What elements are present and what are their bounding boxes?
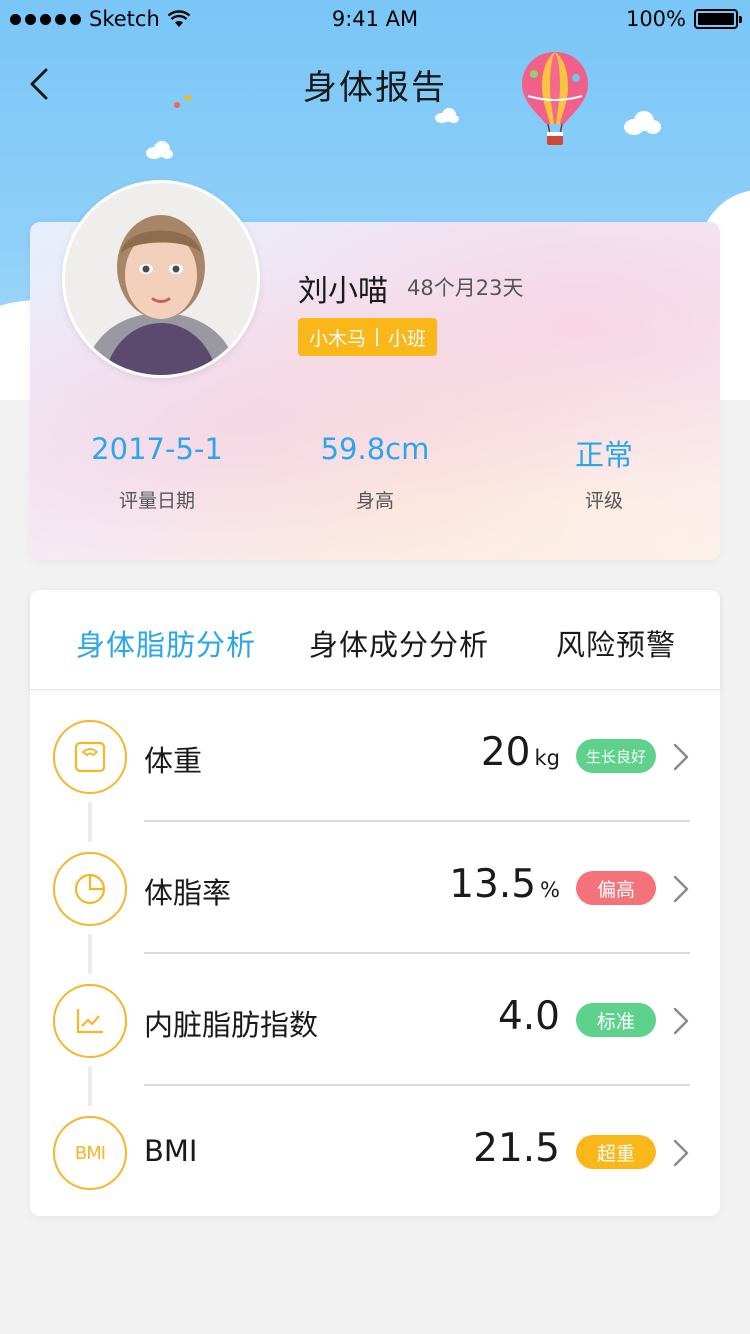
pie-chart-icon xyxy=(53,852,127,926)
metric-row-body-fat[interactable]: 体脂率 13.5% 偏高 xyxy=(30,822,720,932)
status-badge: 超重 xyxy=(576,1135,656,1169)
metric-row-bmi[interactable]: BMI BMI 21.5 超重 xyxy=(30,1086,720,1196)
line-chart-icon xyxy=(53,984,127,1058)
tag-separator xyxy=(376,328,379,346)
stat-height-label: 身高 xyxy=(355,490,394,512)
metric-number: 4.0 xyxy=(497,994,560,1039)
metric-unit: % xyxy=(540,878,560,902)
metric-row-visceral-fat[interactable]: 内脏脂肪指数 4.0 标准 xyxy=(30,954,720,1064)
chevron-right-icon xyxy=(673,875,689,903)
avatar xyxy=(62,180,260,378)
metric-value: 20 kg xyxy=(481,730,560,775)
stat-rating-value: 正常 xyxy=(574,438,633,472)
metric-label: 内脏脂肪指数 xyxy=(144,1008,319,1042)
scale-icon xyxy=(53,720,127,794)
stat-date-value: 2017-5-1 xyxy=(91,432,223,466)
analysis-tabs: 身体脂肪分析 身体成分分析 风险预警 xyxy=(30,590,720,690)
school-label: 小木马 xyxy=(309,327,367,350)
grade-label: 小班 xyxy=(388,327,427,350)
metric-value: 13.5% xyxy=(449,862,560,907)
metric-label: 体脂率 xyxy=(144,876,232,910)
stat-rating-label: 评级 xyxy=(584,490,623,512)
status-badge: 偏高 xyxy=(576,871,656,905)
status-badge: 生长良好 xyxy=(576,739,656,773)
status-badge: 标准 xyxy=(576,1003,656,1037)
stat-date-label: 评量日期 xyxy=(118,490,195,512)
metric-value: 4.0 xyxy=(498,994,560,1039)
metric-number: 21.5 xyxy=(473,1126,560,1171)
tab-body-composition[interactable]: 身体成分分析 xyxy=(309,622,489,664)
bmi-icon-text: BMI xyxy=(74,1142,106,1164)
small-cloud-icon xyxy=(624,111,661,135)
stat-rating: 正常 评级 xyxy=(494,432,714,513)
metric-row-weight[interactable]: 体重 20 kg 生长良好 xyxy=(30,690,720,800)
metric-value: 21.5 xyxy=(473,1126,560,1171)
battery-percent: 100% xyxy=(625,7,686,31)
analysis-card: 身体脂肪分析 身体成分分析 风险预警 体重 20 kg 生长良好 体脂率 13.… xyxy=(30,590,720,1216)
stat-date: 2017-5-1 评量日期 xyxy=(47,432,267,513)
metric-label: BMI xyxy=(144,1134,198,1168)
metric-number: 13.5 xyxy=(449,862,537,907)
small-cloud-icon xyxy=(146,141,173,159)
metric-label: 体重 xyxy=(144,744,203,778)
chevron-right-icon xyxy=(673,1007,689,1035)
class-tag: 小木马 小班 xyxy=(298,318,438,356)
tab-risk-warning[interactable]: 风险预警 xyxy=(556,622,676,664)
chevron-right-icon xyxy=(673,1139,689,1167)
stat-height: 59.8cm 身高 xyxy=(265,432,485,513)
stat-height-value: 59.8cm xyxy=(320,432,430,466)
chevron-right-icon xyxy=(673,743,689,771)
child-age: 48个月23天 xyxy=(407,276,524,300)
metric-number: 20 xyxy=(480,730,531,775)
child-name: 刘小喵 xyxy=(298,274,388,309)
hot-air-balloon-icon xyxy=(522,52,588,145)
bmi-icon: BMI xyxy=(53,1116,127,1190)
status-right: 100% xyxy=(625,7,742,31)
battery-icon xyxy=(694,9,742,29)
metric-unit: kg xyxy=(534,746,561,770)
small-cloud-icon xyxy=(435,108,459,123)
status-bar: Sketch 9:41 AM 100% xyxy=(0,0,750,40)
page-title: 身体报告 xyxy=(303,68,447,108)
tab-body-fat[interactable]: 身体脂肪分析 xyxy=(76,622,256,664)
child-portrait-icon xyxy=(65,183,257,375)
